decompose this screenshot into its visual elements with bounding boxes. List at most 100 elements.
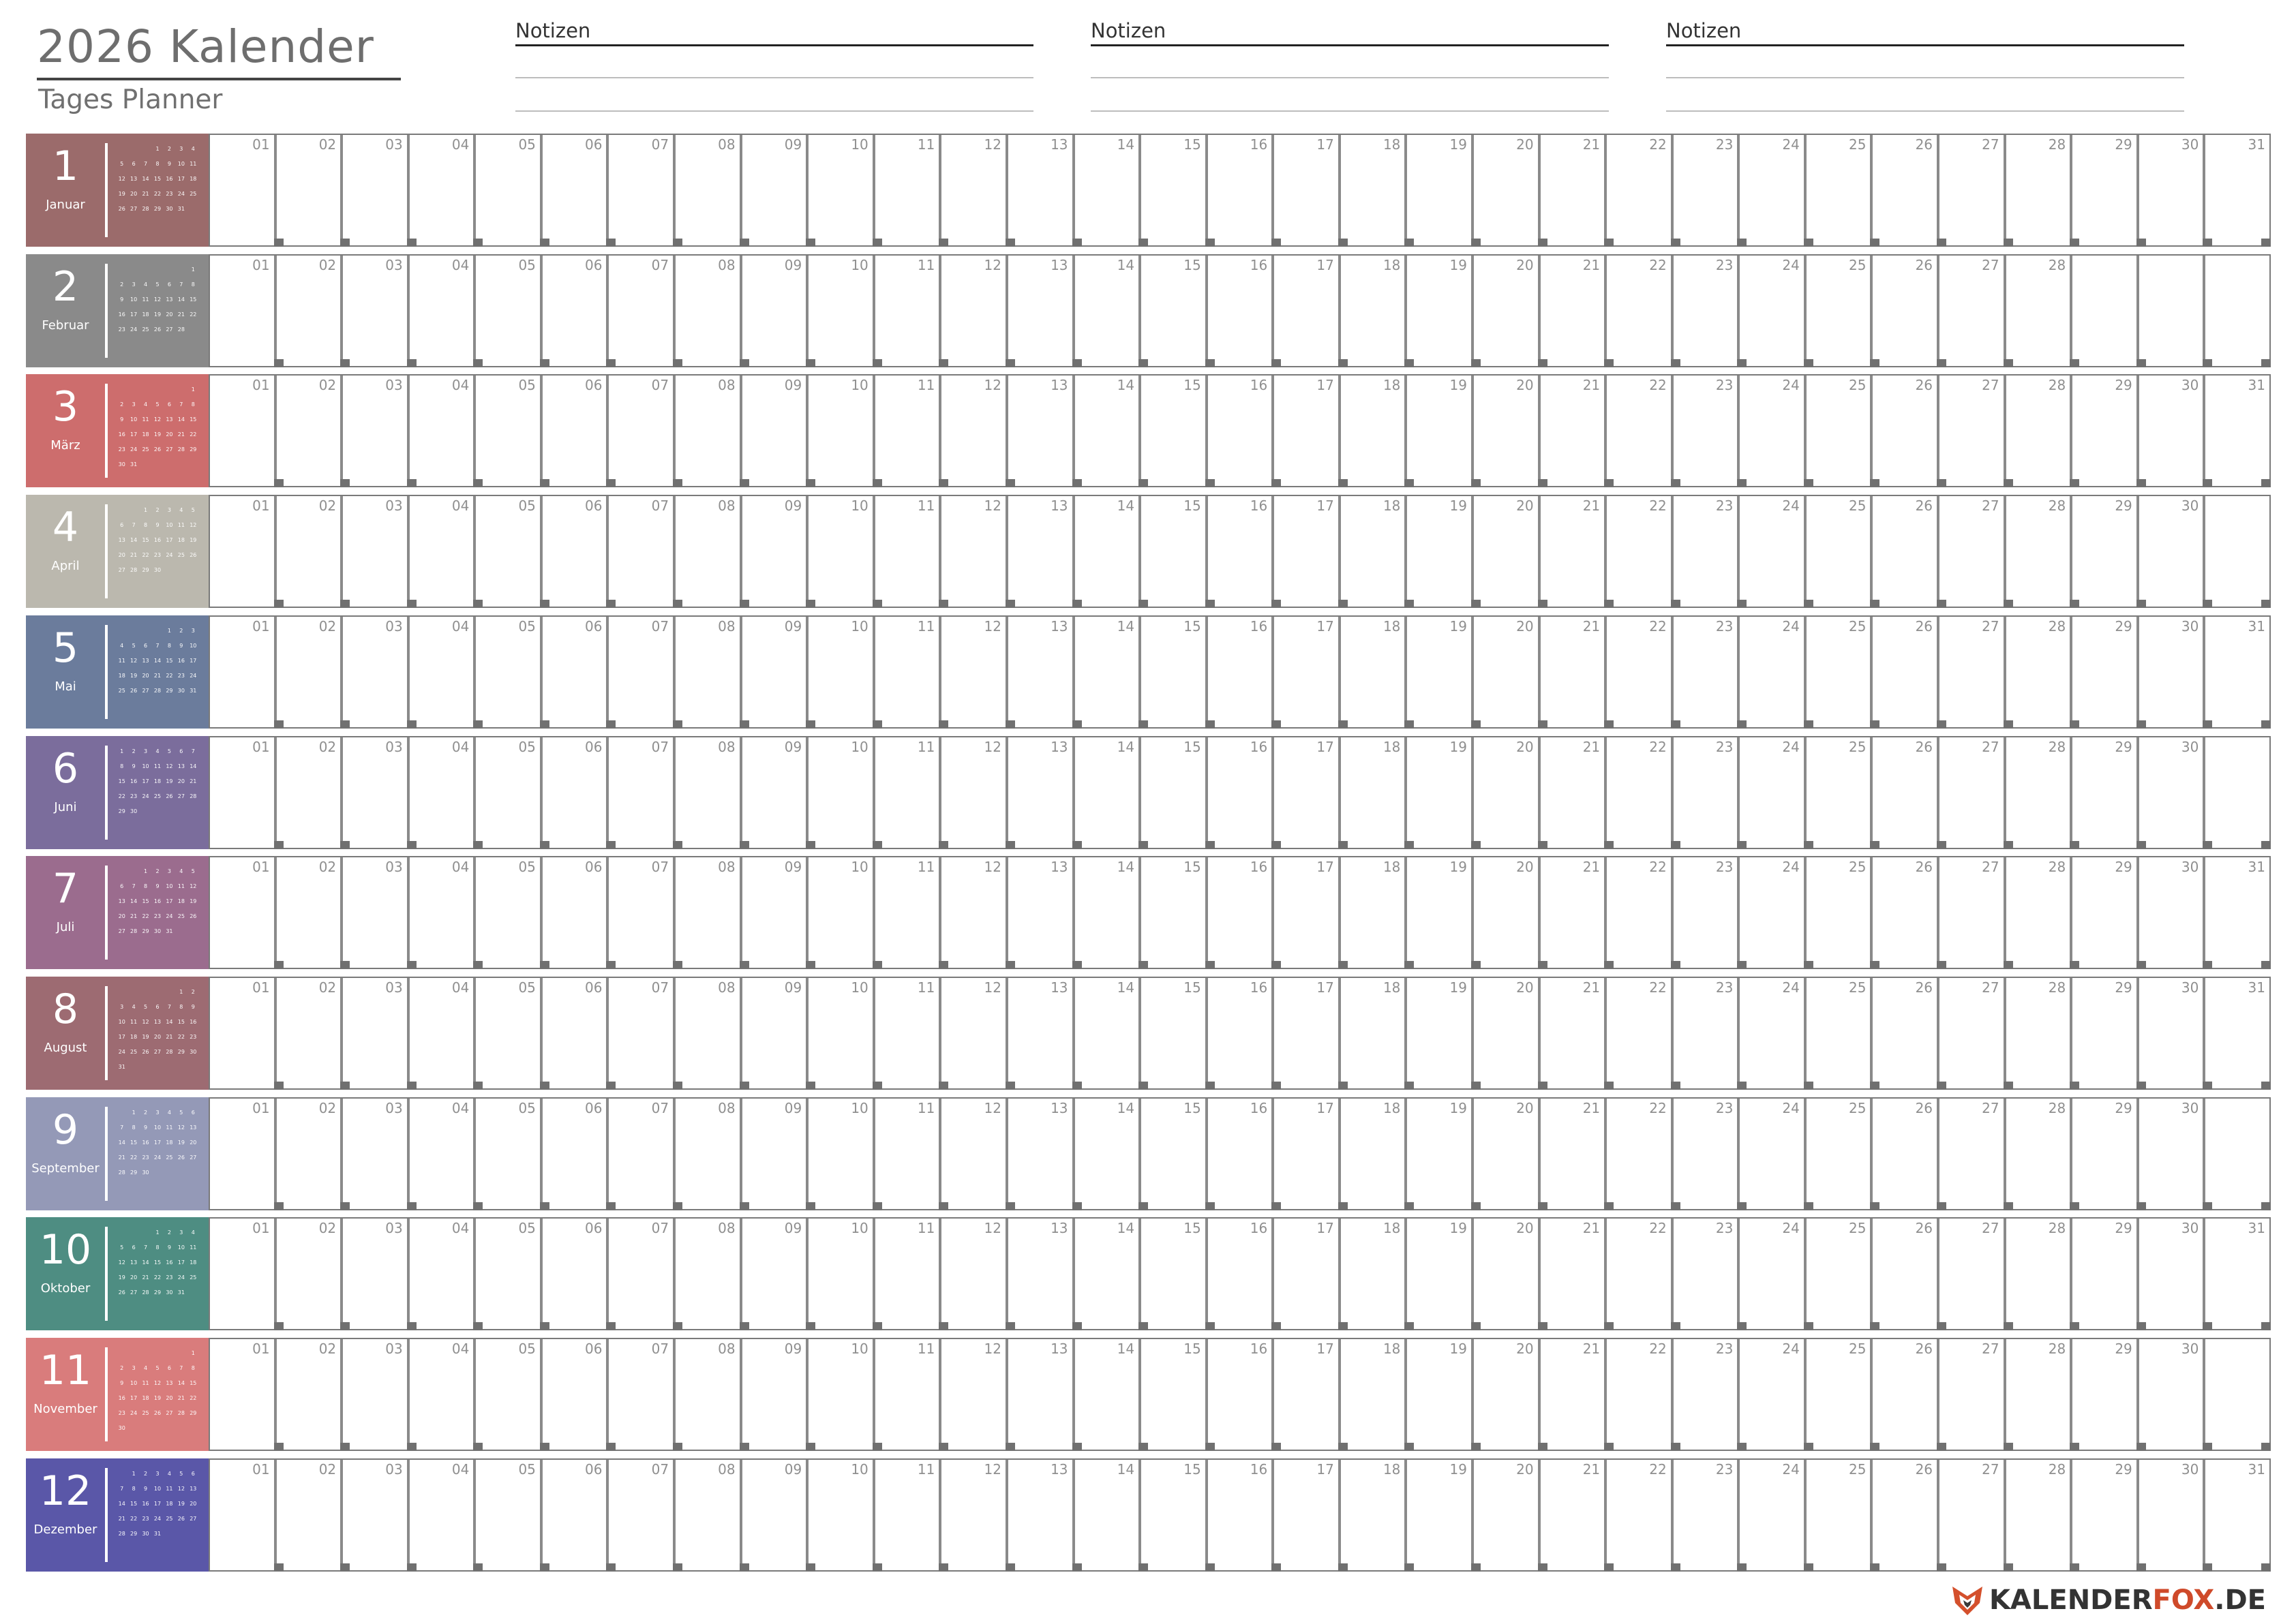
day-cell[interactable]: 30 (2136, 737, 2203, 849)
day-cell[interactable]: 14 (1072, 256, 1139, 367)
day-cell[interactable]: 06 (539, 1219, 607, 1330)
day-cell[interactable]: 22 (1604, 256, 1671, 367)
day-cell[interactable]: 18 (1338, 617, 1405, 729)
day-cell[interactable]: 10 (806, 617, 873, 729)
day-cell[interactable]: 19 (1404, 1219, 1471, 1330)
day-cell[interactable]: 30 (2136, 978, 2203, 1090)
day-cell[interactable]: 29 (2070, 135, 2136, 247)
day-cell[interactable]: 21 (1537, 1339, 1605, 1451)
day-cell[interactable]: 05 (473, 1099, 540, 1210)
day-cell[interactable]: 28 (2003, 737, 2070, 849)
day-cell[interactable]: 17 (1271, 617, 1338, 729)
day-cell[interactable]: 12 (939, 978, 1006, 1090)
day-cell[interactable]: 26 (1870, 1339, 1937, 1451)
day-cell[interactable]: 23 (1670, 617, 1738, 729)
day-cell[interactable]: 14 (1072, 1099, 1139, 1210)
day-cell[interactable]: 07 (606, 1219, 673, 1330)
day-cell[interactable]: 30 (2136, 617, 2203, 729)
day-cell[interactable]: 08 (673, 617, 740, 729)
day-cell[interactable]: 27 (1937, 737, 2004, 849)
day-cell[interactable]: 14 (1072, 1460, 1139, 1572)
day-cell[interactable]: 30 (2136, 1219, 2203, 1330)
day-cell[interactable]: 31 (2203, 135, 2271, 247)
day-cell[interactable]: 20 (1470, 1339, 1538, 1451)
day-cell[interactable]: 26 (1870, 737, 1937, 849)
day-cell[interactable]: 29 (2070, 1219, 2136, 1330)
notes-field-3[interactable]: Notizen (1666, 20, 2184, 112)
day-cell[interactable]: 11 (872, 1219, 939, 1330)
day-cell[interactable]: 15 (1138, 1219, 1205, 1330)
day-cell[interactable] (2203, 1099, 2271, 1210)
day-cell[interactable]: 26 (1870, 978, 1937, 1090)
day-cell[interactable]: 28 (2003, 376, 2070, 487)
day-cell[interactable]: 06 (539, 857, 607, 969)
day-cell[interactable]: 01 (210, 496, 274, 607)
day-cell[interactable]: 07 (606, 857, 673, 969)
day-cell[interactable]: 12 (939, 496, 1006, 608)
day-cell[interactable]: 30 (2136, 496, 2203, 608)
day-cell[interactable]: 19 (1404, 857, 1471, 969)
day-cell[interactable]: 18 (1338, 376, 1405, 487)
day-cell[interactable]: 19 (1404, 1099, 1471, 1210)
day-cell[interactable]: 16 (1205, 256, 1272, 367)
day-cell[interactable]: 27 (1937, 1460, 2004, 1572)
day-cell[interactable]: 06 (539, 1339, 607, 1451)
day-cell[interactable]: 04 (406, 496, 474, 608)
day-cell[interactable]: 11 (872, 256, 939, 367)
day-cell[interactable]: 15 (1138, 376, 1205, 487)
day-cell[interactable]: 19 (1404, 978, 1471, 1090)
day-cell[interactable]: 25 (1803, 376, 1871, 487)
day-cell[interactable]: 21 (1537, 256, 1605, 367)
day-cell[interactable]: 21 (1537, 857, 1605, 969)
day-cell[interactable]: 18 (1338, 857, 1405, 969)
day-cell[interactable]: 08 (673, 1219, 740, 1330)
day-cell[interactable]: 19 (1404, 256, 1471, 367)
day-cell[interactable]: 23 (1670, 256, 1738, 367)
day-cell[interactable]: 29 (2070, 857, 2136, 969)
day-cell[interactable]: 01 (210, 1460, 274, 1570)
day-cell[interactable]: 12 (939, 135, 1006, 247)
day-cell[interactable]: 24 (1737, 1460, 1804, 1572)
day-cell[interactable]: 19 (1404, 1460, 1471, 1572)
day-cell[interactable]: 03 (340, 1099, 407, 1210)
day-cell[interactable]: 25 (1803, 256, 1871, 367)
day-cell[interactable]: 24 (1737, 135, 1804, 247)
day-cell[interactable]: 05 (473, 737, 540, 849)
day-cell[interactable]: 20 (1470, 135, 1538, 247)
day-cell[interactable]: 11 (872, 857, 939, 969)
day-cell[interactable]: 13 (1005, 978, 1072, 1090)
day-cell[interactable]: 15 (1138, 1460, 1205, 1572)
day-cell[interactable]: 01 (210, 617, 274, 727)
day-cell[interactable]: 26 (1870, 376, 1937, 487)
day-cell[interactable]: 09 (739, 1099, 806, 1210)
day-cell[interactable]: 07 (606, 737, 673, 849)
day-cell[interactable]: 24 (1737, 978, 1804, 1090)
day-cell[interactable]: 04 (406, 256, 474, 367)
day-cell[interactable]: 16 (1205, 737, 1272, 849)
day-cell[interactable]: 02 (273, 135, 341, 247)
day-cell[interactable]: 06 (539, 617, 607, 729)
day-cell[interactable]: 27 (1937, 376, 2004, 487)
day-cell[interactable]: 14 (1072, 135, 1139, 247)
day-cell[interactable]: 15 (1138, 737, 1205, 849)
day-cell[interactable]: 19 (1404, 135, 1471, 247)
day-cell[interactable]: 26 (1870, 256, 1937, 367)
day-cell[interactable]: 24 (1737, 496, 1804, 608)
day-cell[interactable]: 12 (939, 1460, 1006, 1572)
day-cell[interactable]: 17 (1271, 496, 1338, 608)
day-cell[interactable]: 16 (1205, 1099, 1272, 1210)
day-cell[interactable]: 22 (1604, 1339, 1671, 1451)
day-cell[interactable]: 28 (2003, 1339, 2070, 1451)
day-cell[interactable]: 01 (210, 857, 274, 968)
day-cell[interactable]: 29 (2070, 737, 2136, 849)
day-cell[interactable]: 12 (939, 1219, 1006, 1330)
day-cell[interactable]: 01 (210, 376, 274, 486)
day-cell[interactable]: 13 (1005, 376, 1072, 487)
day-cell[interactable]: 19 (1404, 737, 1471, 849)
day-cell[interactable]: 10 (806, 376, 873, 487)
day-cell[interactable]: 30 (2136, 376, 2203, 487)
day-cell[interactable]: 20 (1470, 1460, 1538, 1572)
day-cell[interactable]: 10 (806, 1099, 873, 1210)
day-cell[interactable]: 05 (473, 978, 540, 1090)
day-cell[interactable]: 13 (1005, 135, 1072, 247)
